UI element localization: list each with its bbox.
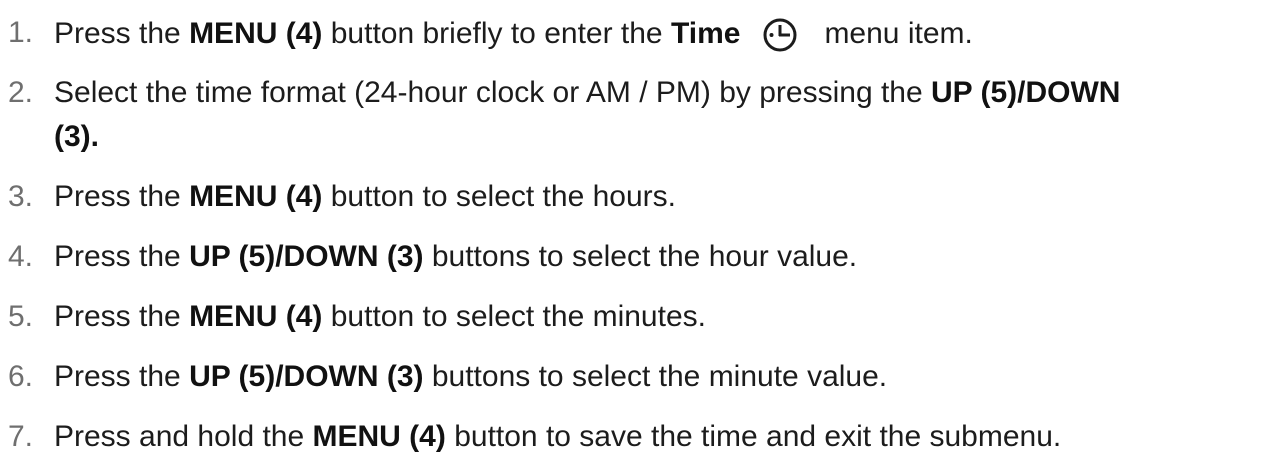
step-text: Press the UP (5)/DOWN (3) buttons to sel… (54, 242, 857, 272)
step-number: 2. (8, 76, 34, 109)
menu-button-label: MENU (4) (312, 420, 446, 453)
text-segment: Press the (54, 240, 190, 273)
step-text: Press the MENU (4) button to select the … (54, 182, 676, 212)
text-segment: menu item. (824, 17, 973, 50)
text-segment: buttons to select the minute value. (423, 360, 888, 393)
step-text: Select the time format (24-hour clock or… (54, 78, 1120, 108)
step-text: Press the MENU (4) button briefly to ent… (54, 18, 973, 52)
step-number: 1. (8, 16, 34, 49)
step-text: Press the UP (5)/DOWN (3) buttons to sel… (54, 362, 887, 392)
text-segment: Press the (54, 300, 190, 333)
up-down-button-label: UP (5)/DOWN (931, 76, 1121, 109)
text-segment: button to select the minutes. (322, 300, 706, 333)
step-text: Press and hold the MENU (4) button to sa… (54, 422, 1061, 452)
text-segment: Press the (54, 360, 190, 393)
up-down-button-label: UP (5)/DOWN (3) (189, 240, 424, 273)
text-segment: buttons to select the hour value. (423, 240, 858, 273)
time-menu-label: Time (670, 17, 741, 50)
up-down-button-label: UP (5)/DOWN (3) (189, 360, 424, 393)
step-number: 7. (8, 420, 34, 453)
text-segment: Press the (54, 17, 190, 50)
clock-icon (758, 18, 802, 52)
text-segment: Press and hold the (54, 420, 313, 453)
step-number: 4. (8, 240, 34, 273)
down-button-number: (3). (54, 120, 99, 153)
text-segment: button briefly to enter the (322, 17, 671, 50)
text-segment: Press the (54, 180, 190, 213)
step-text-continued: (3). (54, 122, 99, 152)
step-text: Press the MENU (4) button to select the … (54, 302, 706, 332)
menu-button-label: MENU (4) (189, 180, 323, 213)
text-segment: button to select the hours. (322, 180, 676, 213)
text-segment: Select the time format (24-hour clock or… (54, 76, 932, 109)
menu-button-label: MENU (4) (189, 300, 323, 333)
step-number: 3. (8, 180, 34, 213)
menu-button-label: MENU (4) (189, 17, 323, 50)
step-number: 6. (8, 360, 34, 393)
step-number: 5. (8, 300, 34, 333)
text-segment: button to save the time and exit the sub… (445, 420, 1062, 453)
